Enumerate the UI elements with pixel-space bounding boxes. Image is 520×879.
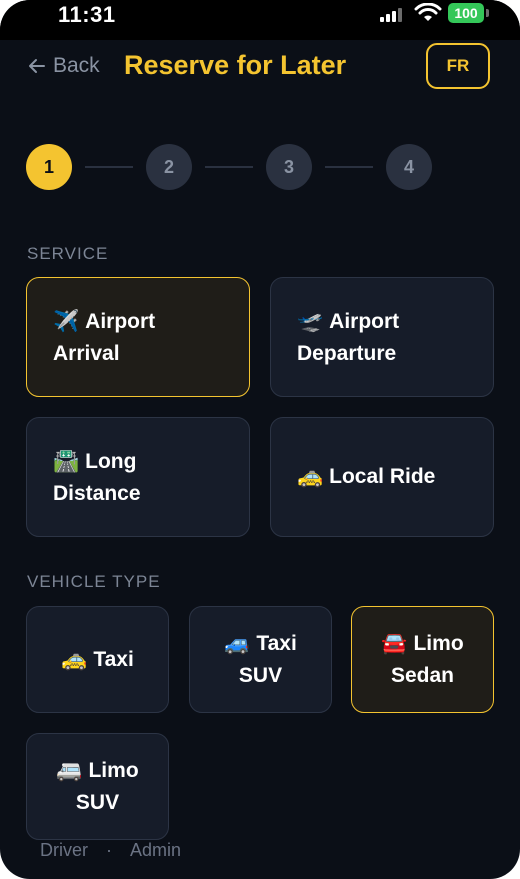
admin-link[interactable]: Admin	[130, 840, 181, 860]
phone-screen: 11:31 100 Back Reserve for Later FR 1 2 …	[0, 0, 520, 879]
vehicle-option-taxi[interactable]: 🚕 Taxi	[26, 606, 169, 713]
step-2: 2	[146, 144, 192, 190]
suv-icon: 🚙	[224, 631, 251, 655]
vehicle-option-taxi-suv[interactable]: 🚙 Taxi SUV	[189, 606, 332, 713]
service-option-airport-departure[interactable]: 🛫 Airport Departure	[270, 277, 494, 397]
vehicle-section-label: VEHICLE TYPE	[27, 572, 161, 591]
page-title: Reserve for Later	[124, 50, 347, 80]
option-label: Departure	[297, 342, 397, 365]
option-label: Long	[85, 450, 137, 473]
option-label: Taxi	[256, 631, 297, 655]
taxi-icon: 🚕	[297, 465, 324, 488]
battery-indicator: 100	[448, 3, 484, 23]
back-button[interactable]: Back	[27, 54, 100, 78]
service-section-label: SERVICE	[27, 244, 109, 263]
sedan-icon: 🚘	[381, 631, 408, 655]
option-label: SUV	[238, 663, 283, 687]
step-1: 1	[26, 144, 72, 190]
option-label: Local Ride	[329, 465, 436, 488]
service-option-airport-arrival[interactable]: ✈️ Airport Arrival	[26, 277, 250, 397]
highway-icon: 🛣️	[53, 450, 80, 473]
airplane-icon: ✈️	[53, 310, 80, 333]
vehicle-option-limo-suv[interactable]: 🚐 Limo SUV	[26, 733, 169, 840]
airplane-departure-icon: 🛫	[297, 310, 324, 333]
step-3: 3	[266, 144, 312, 190]
option-label: Arrival	[53, 342, 120, 365]
status-bar: 11:31 100	[0, 0, 520, 40]
option-label: Distance	[53, 482, 141, 505]
option-label: Taxi	[93, 647, 134, 671]
option-label: Sedan	[390, 663, 454, 687]
van-icon: 🚐	[56, 758, 83, 782]
step-connector	[205, 166, 253, 168]
step-connector	[85, 166, 133, 168]
footer-links: Driver · Admin	[40, 840, 181, 861]
arrow-left-icon	[29, 59, 45, 73]
option-label: Airport	[85, 310, 156, 333]
status-time: 11:31	[58, 2, 116, 27]
step-connector	[325, 166, 373, 168]
option-label: Limo	[88, 758, 139, 782]
separator: ·	[106, 840, 112, 860]
option-label: Limo	[413, 631, 464, 655]
service-option-long-distance[interactable]: 🛣️ Long Distance	[26, 417, 250, 537]
taxi-icon: 🚕	[61, 647, 88, 671]
option-label: Airport	[329, 310, 400, 333]
step-4: 4	[386, 144, 432, 190]
language-toggle-button[interactable]: FR	[426, 43, 490, 89]
battery-tip	[486, 9, 489, 17]
back-label: Back	[53, 54, 100, 77]
cellular-signal-icon	[380, 6, 406, 22]
service-option-local-ride[interactable]: 🚕 Local Ride	[270, 417, 494, 537]
option-label: SUV	[75, 790, 120, 814]
driver-link[interactable]: Driver	[40, 840, 88, 860]
wifi-icon	[414, 3, 442, 21]
vehicle-option-limo-sedan[interactable]: 🚘 Limo Sedan	[351, 606, 494, 713]
